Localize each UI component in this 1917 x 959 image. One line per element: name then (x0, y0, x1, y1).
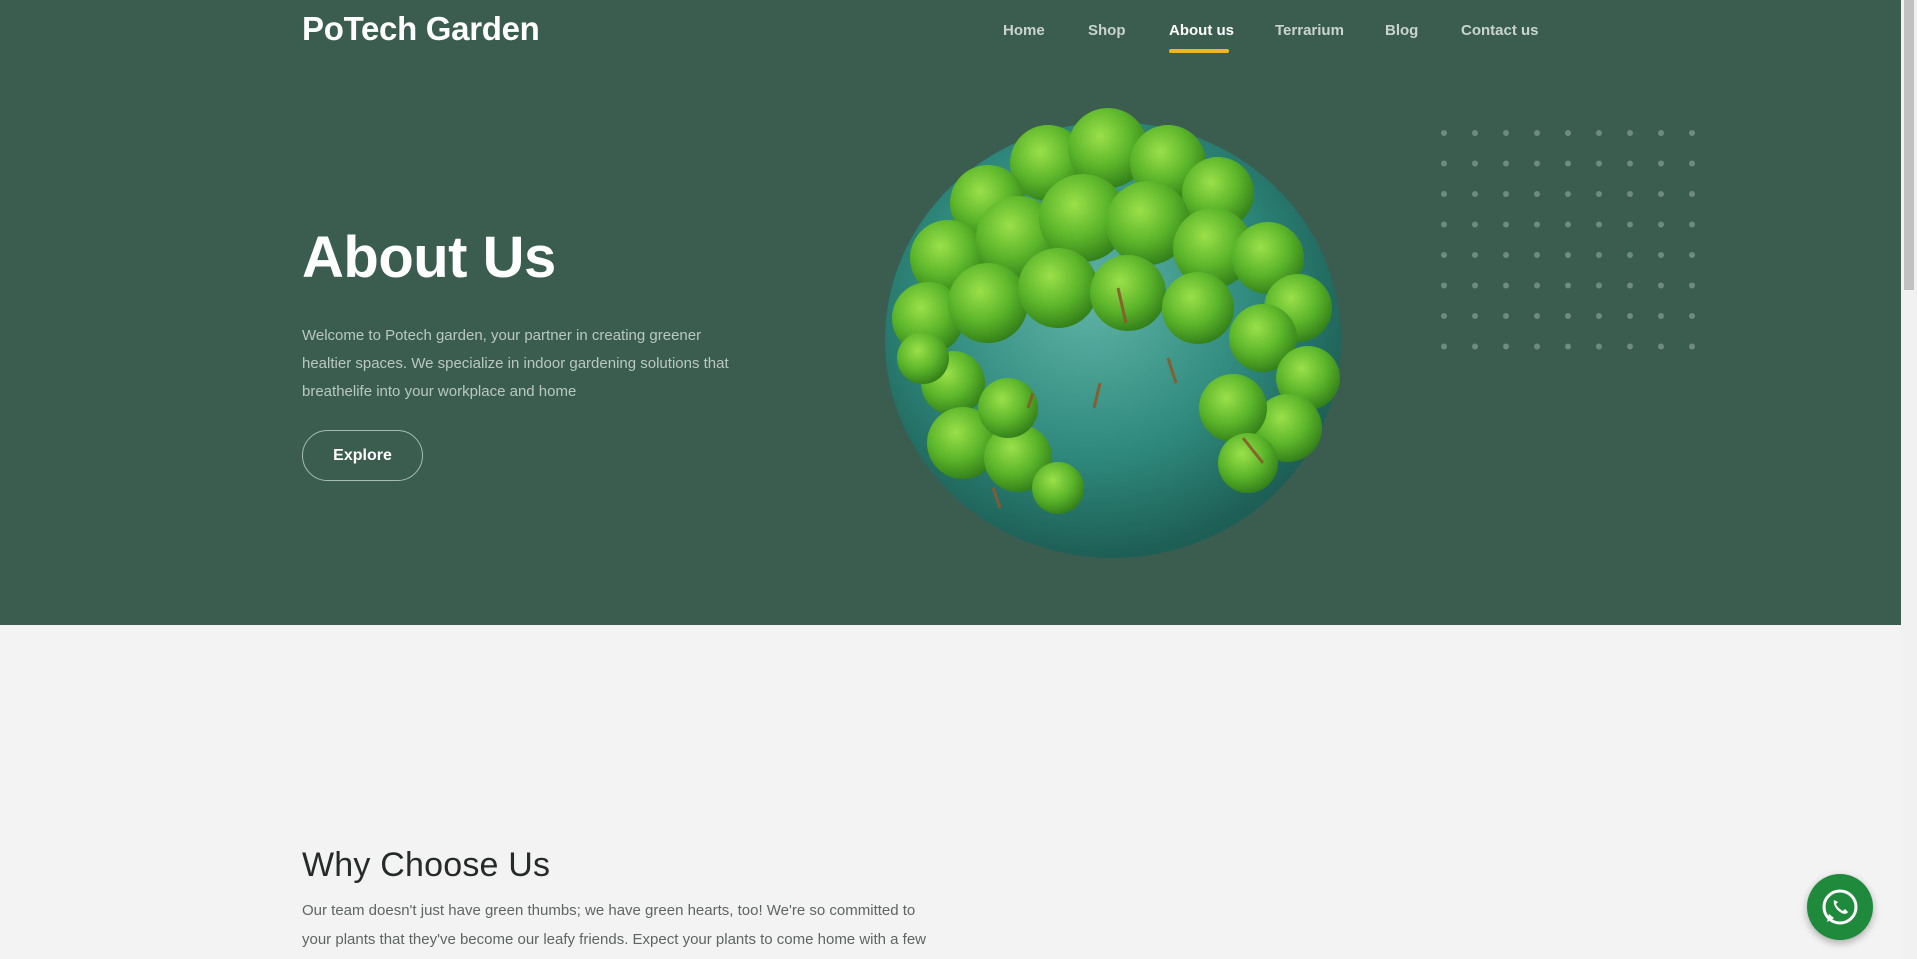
decor-dot (1689, 221, 1695, 228)
decor-dot (1503, 221, 1509, 228)
decor-dot (1658, 191, 1664, 197)
nav-blog[interactable]: Blog (1385, 22, 1418, 39)
decor-dot (1565, 221, 1571, 228)
decor-dot (1658, 343, 1664, 350)
decor-dot (1472, 160, 1478, 167)
decor-dot (1565, 313, 1571, 319)
decor-dot (1472, 313, 1478, 319)
nav-about-us[interactable]: About us (1169, 22, 1234, 39)
decor-dot (1627, 160, 1633, 167)
decor-dot (1565, 130, 1571, 136)
decor-dot (1627, 221, 1633, 228)
decor-dot (1441, 130, 1447, 136)
decor-dot (1503, 191, 1509, 197)
decor-dot (1627, 252, 1633, 258)
decor-dot (1441, 282, 1447, 289)
decor-dot (1441, 252, 1447, 258)
decor-dot (1441, 313, 1447, 319)
decor-dot (1472, 221, 1478, 228)
decor-dot (1503, 160, 1509, 167)
decor-dot (1534, 130, 1540, 136)
whatsapp-icon (1822, 889, 1858, 925)
decor-dot (1441, 160, 1447, 167)
globe-illustration (885, 108, 1341, 558)
nav-terrarium[interactable]: Terrarium (1275, 22, 1344, 39)
decor-dot (1689, 313, 1695, 319)
why-choose-us-title: Why Choose Us (302, 846, 551, 884)
nav-active-underline (1169, 49, 1229, 53)
decor-dot (1534, 282, 1540, 289)
decor-dot (1658, 313, 1664, 319)
why-choose-us-text: Our team doesn't just have green thumbs;… (302, 902, 927, 948)
decor-dot (1689, 130, 1695, 136)
decor-dot (1503, 252, 1509, 258)
decor-dot (1627, 282, 1633, 289)
decor-dot (1503, 313, 1509, 319)
decor-dot (1596, 160, 1602, 167)
decor-dot (1503, 343, 1509, 350)
hero-description: Welcome to Potech garden, your partner i… (302, 327, 729, 400)
dot-grid-decoration (1441, 130, 1695, 350)
decor-dot (1472, 282, 1478, 289)
decor-dot (1441, 343, 1447, 350)
decor-dot (1472, 252, 1478, 258)
nav-contact-us[interactable]: Contact us (1461, 22, 1539, 39)
scrollbar-thumb[interactable] (1904, 0, 1914, 290)
decor-dot (1627, 313, 1633, 319)
decor-dot (1565, 282, 1571, 289)
decor-dot (1503, 282, 1509, 289)
decor-dot (1565, 191, 1571, 197)
decor-dot (1534, 191, 1540, 197)
nav-home[interactable]: Home (1003, 22, 1045, 39)
decor-dot (1596, 130, 1602, 136)
decor-dot (1534, 343, 1540, 350)
decor-dot (1596, 313, 1602, 319)
decor-dot (1689, 191, 1695, 197)
decor-dot (1627, 191, 1633, 197)
decor-dot (1441, 221, 1447, 228)
hero-section: PoTech Garden Home Shop About us Terrari… (0, 0, 1901, 625)
decor-dot (1658, 282, 1664, 289)
decor-dot (1565, 343, 1571, 350)
decor-dot (1689, 282, 1695, 289)
decor-dot (1565, 252, 1571, 258)
decor-dot (1534, 160, 1540, 167)
decor-dot (1658, 252, 1664, 258)
whatsapp-button[interactable] (1807, 874, 1873, 940)
decor-dot (1534, 221, 1540, 228)
decor-dot (1472, 191, 1478, 197)
brand-logo[interactable]: PoTech Garden (302, 10, 540, 48)
decor-dot (1689, 343, 1695, 350)
nav-shop[interactable]: Shop (1088, 22, 1126, 39)
decor-dot (1534, 313, 1540, 319)
decor-dot (1596, 282, 1602, 289)
decor-dot (1627, 343, 1633, 350)
decor-dot (1534, 252, 1540, 258)
decor-dot (1596, 221, 1602, 228)
decor-dot (1689, 252, 1695, 258)
decor-dot (1658, 130, 1664, 136)
decor-dot (1658, 160, 1664, 167)
decor-dot (1503, 130, 1509, 136)
decor-dot (1596, 191, 1602, 197)
decor-dot (1596, 343, 1602, 350)
decor-dot (1596, 252, 1602, 258)
decor-dot (1472, 343, 1478, 350)
hero-title: About Us (302, 225, 556, 290)
decor-dot (1565, 160, 1571, 167)
decor-dot (1472, 130, 1478, 136)
decor-dot (1658, 221, 1664, 228)
decor-dot (1627, 130, 1633, 136)
decor-dot (1441, 191, 1447, 197)
explore-button[interactable]: Explore (302, 430, 423, 481)
decor-dot (1689, 160, 1695, 167)
